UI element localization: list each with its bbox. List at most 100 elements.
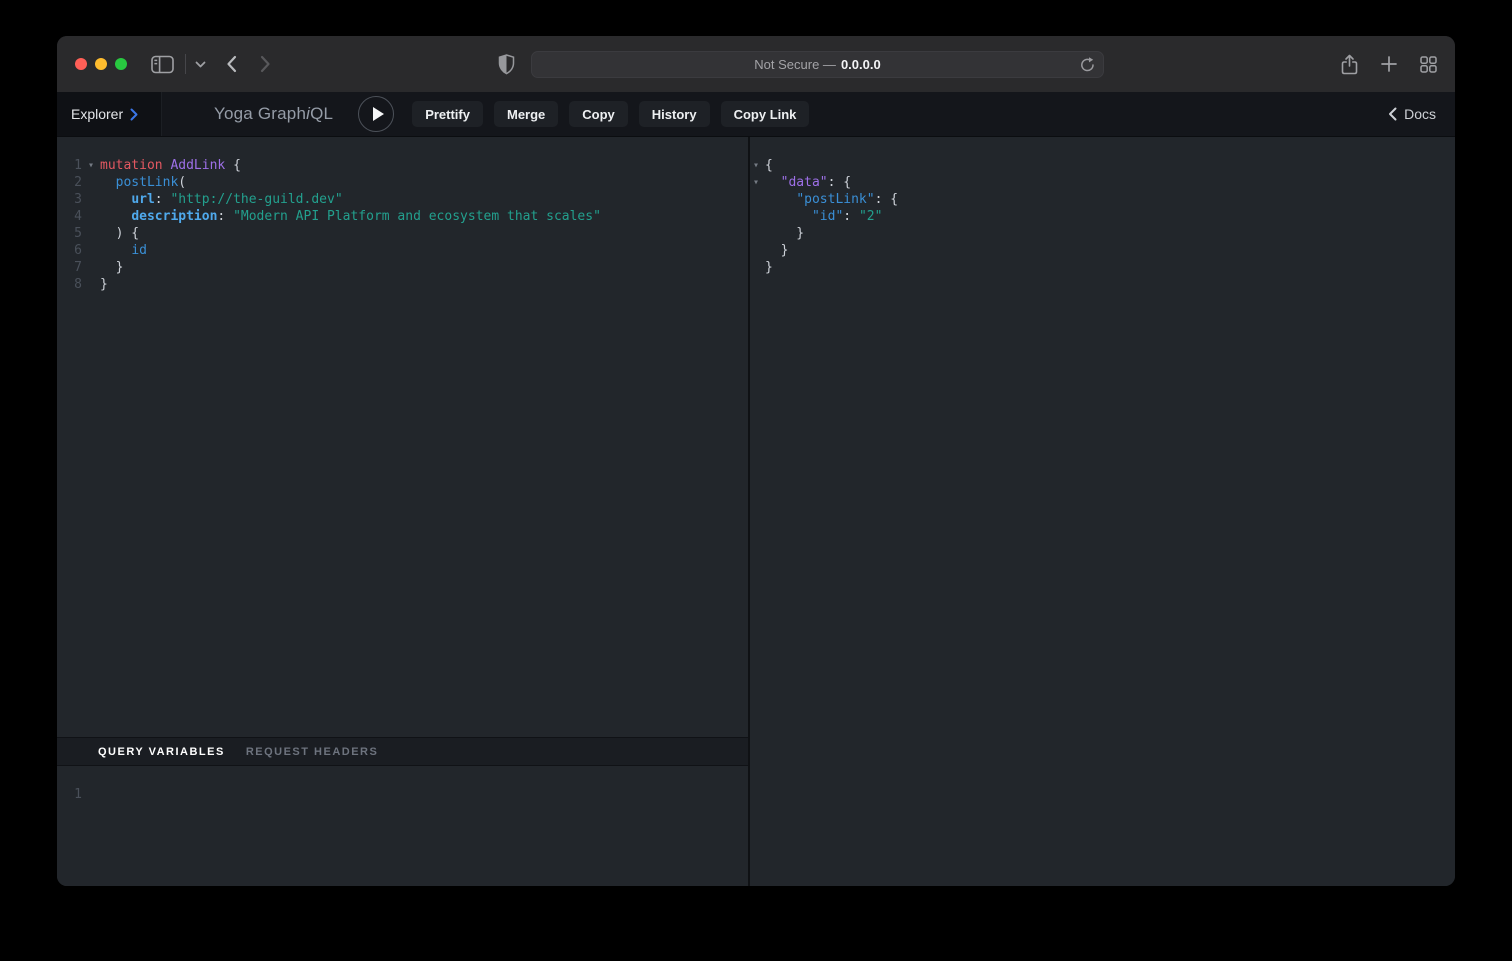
code-text: mutation AddLink { — [100, 157, 241, 174]
line-number: 8 — [57, 276, 82, 293]
explorer-label: Explorer — [71, 106, 123, 122]
code-text: { — [765, 157, 773, 174]
fold-gutter — [750, 242, 765, 259]
fold-gutter — [82, 276, 100, 293]
secondary-editor-tabs: QUERY VARIABLES REQUEST HEADERS — [57, 737, 748, 766]
fold-gutter — [82, 174, 100, 191]
merge-button[interactable]: Merge — [494, 101, 558, 127]
code-line: "postLink": { — [750, 191, 1455, 208]
query-editor[interactable]: 1▾mutation AddLink {2 postLink(3 url: "h… — [57, 137, 748, 737]
line-number: 4 — [57, 208, 82, 225]
forward-button[interactable] — [260, 55, 271, 73]
address-bar[interactable]: Not Secure — 0.0.0.0 — [531, 51, 1104, 78]
line-number: 6 — [57, 242, 82, 259]
code-line: } — [750, 225, 1455, 242]
fold-arrow-icon[interactable]: ▾ — [750, 174, 765, 191]
execute-query-button[interactable] — [358, 96, 394, 132]
code-text: id — [100, 242, 147, 259]
code-line: } — [750, 259, 1455, 276]
minimize-button[interactable] — [95, 58, 107, 70]
fold-gutter — [750, 259, 765, 276]
line-number: 2 — [57, 174, 82, 191]
code-line: ▾{ — [750, 157, 1455, 174]
code-text: } — [765, 242, 788, 259]
code-line: 6 id — [57, 242, 748, 259]
main-area: 1▾mutation AddLink {2 postLink(3 url: "h… — [57, 137, 1455, 886]
chevron-down-icon[interactable] — [195, 61, 206, 68]
code-text: } — [765, 225, 804, 242]
fold-gutter — [82, 225, 100, 242]
app-logo: Yoga GraphiQL — [214, 104, 333, 124]
code-line: 7 } — [57, 259, 748, 276]
browser-chrome: Not Secure — 0.0.0.0 — [57, 36, 1455, 92]
line-number: 1 — [57, 786, 82, 803]
code-text: "data": { — [765, 174, 851, 191]
code-text: } — [100, 259, 123, 276]
window-controls — [75, 58, 127, 70]
tab-query-variables[interactable]: QUERY VARIABLES — [98, 746, 225, 758]
privacy-shield-icon[interactable] — [498, 54, 515, 75]
copy-button[interactable]: Copy — [569, 101, 628, 127]
line-number: 3 — [57, 191, 82, 208]
line-number: 5 — [57, 225, 82, 242]
chrome-center: Not Secure — 0.0.0.0 — [271, 51, 1331, 78]
code-text: "id": "2" — [765, 208, 882, 225]
line-number: 1 — [57, 157, 82, 174]
url-host: 0.0.0.0 — [841, 57, 881, 72]
code-text: } — [765, 259, 773, 276]
zoom-button[interactable] — [115, 58, 127, 70]
fold-gutter — [82, 259, 100, 276]
graphiql-toolbar: Explorer Yoga GraphiQL Prettify Merge Co… — [57, 92, 1455, 137]
fold-gutter — [82, 208, 100, 225]
code-text: } — [100, 276, 108, 293]
code-line: 2 postLink( — [57, 174, 748, 191]
code-line: 5 ) { — [57, 225, 748, 242]
code-line: 3 url: "http://the-guild.dev" — [57, 191, 748, 208]
fold-gutter — [750, 225, 765, 242]
reload-icon[interactable] — [1080, 57, 1095, 73]
new-tab-icon[interactable] — [1381, 56, 1397, 72]
chrome-divider — [185, 54, 186, 74]
fold-gutter — [82, 191, 100, 208]
result-viewer: ▾{▾ "data": { "postLink": { "id": "2" } … — [750, 137, 1455, 886]
code-text: postLink( — [100, 174, 186, 191]
security-label: Not Secure — — [754, 57, 836, 72]
fold-gutter — [82, 242, 100, 259]
chrome-right-group — [1341, 54, 1437, 75]
code-text: description: "Modern API Platform and ec… — [100, 208, 601, 225]
fold-gutter — [750, 191, 765, 208]
back-button[interactable] — [226, 55, 237, 73]
code-text: ) { — [100, 225, 139, 242]
copy-link-button[interactable]: Copy Link — [721, 101, 810, 127]
fold-gutter — [750, 208, 765, 225]
explorer-toggle[interactable]: Explorer — [57, 92, 162, 136]
code-line: } — [750, 242, 1455, 259]
tab-overview-icon[interactable] — [1420, 56, 1437, 73]
left-pane: 1▾mutation AddLink {2 postLink(3 url: "h… — [57, 137, 748, 886]
chevron-right-icon — [130, 108, 138, 121]
history-button[interactable]: History — [639, 101, 710, 127]
code-text: "postLink": { — [765, 191, 898, 208]
chevron-left-icon — [1388, 107, 1397, 121]
code-line: 1 — [57, 786, 748, 803]
code-line: 1▾mutation AddLink { — [57, 157, 748, 174]
code-line: 4 description: "Modern API Platform and … — [57, 208, 748, 225]
close-button[interactable] — [75, 58, 87, 70]
fold-arrow-icon[interactable]: ▾ — [750, 157, 765, 174]
share-icon[interactable] — [1341, 54, 1358, 75]
sidebar-icon[interactable] — [151, 55, 174, 74]
docs-label: Docs — [1404, 106, 1436, 122]
chrome-nav-group — [151, 54, 271, 74]
fold-arrow-icon[interactable]: ▾ — [82, 157, 100, 174]
toolbar-buttons: Prettify Merge Copy History Copy Link — [412, 101, 809, 127]
docs-toggle[interactable]: Docs — [1388, 106, 1455, 122]
tab-request-headers[interactable]: REQUEST HEADERS — [246, 746, 379, 758]
code-text: url: "http://the-guild.dev" — [100, 191, 343, 208]
play-icon — [373, 107, 384, 121]
code-line: "id": "2" — [750, 208, 1455, 225]
browser-window: Not Secure — 0.0.0.0 — [57, 36, 1455, 886]
query-variables-editor[interactable]: 1 — [57, 766, 748, 886]
code-line: ▾ "data": { — [750, 174, 1455, 191]
prettify-button[interactable]: Prettify — [412, 101, 483, 127]
line-number: 7 — [57, 259, 82, 276]
